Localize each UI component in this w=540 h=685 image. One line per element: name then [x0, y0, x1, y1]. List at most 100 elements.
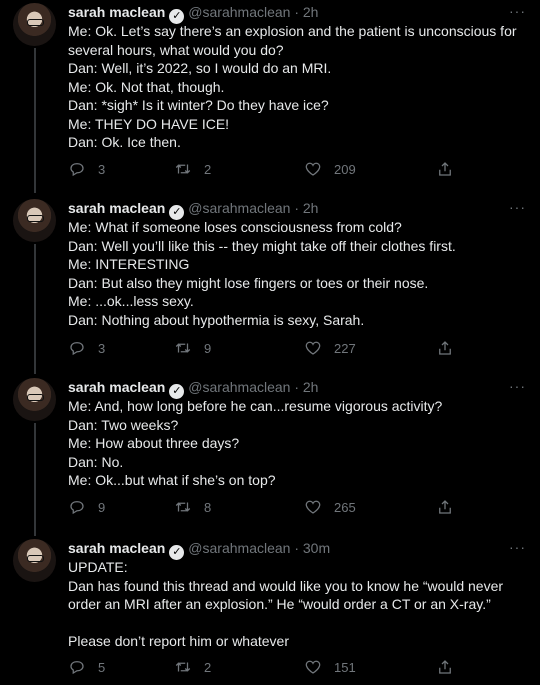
- reply-button[interactable]: 3: [68, 160, 105, 178]
- reply-count: 9: [98, 499, 106, 515]
- retweet-button[interactable]: 2: [174, 160, 211, 178]
- tweet-line: Dan: Ok. Ice then.: [68, 134, 181, 150]
- avatar[interactable]: [13, 539, 56, 582]
- share-icon: [439, 162, 451, 176]
- tweet-line: Me: ...ok...less sexy.: [68, 293, 194, 309]
- more-options-icon[interactable]: ···: [509, 3, 526, 19]
- retweet-count: 8: [204, 499, 212, 515]
- retweet-count: 2: [204, 161, 212, 177]
- share-button[interactable]: [436, 339, 454, 357]
- tweet-line: Me: Ok. Not that, though.: [68, 78, 225, 95]
- tweet-header: sarah maclean ✓ @sarahmaclean · 2h: [68, 378, 318, 399]
- like-count: 209: [334, 161, 356, 177]
- author-handle[interactable]: @sarahmaclean: [188, 200, 290, 216]
- tweet-text: Me: Ok. Let’s say there’s an explosion a…: [68, 22, 523, 152]
- reply-button[interactable]: 5: [68, 658, 105, 676]
- share-icon: [439, 341, 451, 355]
- tweet-line: Dan: But also they might lose fingers or…: [68, 274, 429, 291]
- avatar[interactable]: [13, 3, 56, 46]
- heart-icon: [305, 341, 321, 355]
- share-button[interactable]: [436, 658, 454, 676]
- author-name[interactable]: sarah maclean: [68, 4, 165, 20]
- tweet-header: sarah maclean ✓ @sarahmaclean · 30m: [68, 539, 330, 560]
- reply-count: 3: [98, 161, 106, 177]
- like-count: 151: [334, 659, 356, 675]
- more-options-icon[interactable]: ···: [509, 199, 526, 215]
- tweet-text: Me: And, how long before he can...resume…: [68, 397, 523, 490]
- retweet-icon: [175, 662, 191, 672]
- share-button[interactable]: [436, 498, 454, 516]
- like-count: 265: [334, 499, 356, 515]
- tweet-text: UPDATE: Dan has found this thread and wo…: [68, 558, 523, 651]
- tweet-actions: 9 8 265: [68, 498, 468, 518]
- reply-icon: [70, 342, 84, 356]
- tweet-line: Me: What if someone loses consciousness …: [68, 219, 402, 235]
- share-button[interactable]: [436, 160, 454, 178]
- retweet-count: 2: [204, 659, 212, 675]
- tweet[interactable]: sarah maclean ✓ @sarahmaclean · 2h ··· Me:…: [0, 0, 540, 190]
- retweet-button[interactable]: 2: [174, 658, 211, 676]
- author-handle[interactable]: @sarahmaclean: [188, 4, 290, 20]
- tweet-line: Dan has found this thread and would like…: [68, 577, 504, 594]
- tweet-line: Dan: Well, it’s 2022, so I would do an M…: [68, 60, 332, 76]
- heart-icon: [305, 500, 321, 514]
- share-icon: [439, 500, 451, 514]
- author-handle[interactable]: @sarahmaclean: [188, 540, 290, 556]
- retweet-icon: [175, 164, 191, 174]
- tweet-actions: 3 9 227: [68, 339, 468, 359]
- tweet-line: Dan: *sigh* Is it winter? Do they have i…: [68, 97, 329, 113]
- tweet[interactable]: sarah maclean ✓ @sarahmaclean · 30m ··· UP…: [0, 536, 540, 685]
- tweet-time[interactable]: · 2h: [294, 379, 318, 395]
- tweet-line: UPDATE:: [68, 559, 128, 575]
- tweet-line: Me: Ok. Let’s say there’s an explosion a…: [68, 23, 517, 39]
- tweet-time[interactable]: · 30m: [294, 540, 330, 556]
- tweet-line: order an MRI after an explosion.” He “wo…: [68, 596, 491, 612]
- tweet-actions: 5 2 151: [68, 658, 468, 678]
- share-icon: [439, 660, 451, 674]
- tweet[interactable]: sarah maclean ✓ @sarahmaclean · 2h ··· Me:…: [0, 196, 540, 371]
- heart-icon: [305, 660, 321, 674]
- retweet-button[interactable]: 9: [174, 339, 211, 357]
- tweet-line: Please don’t report him or whatever: [68, 633, 289, 649]
- reply-button[interactable]: 9: [68, 498, 105, 516]
- author-handle[interactable]: @sarahmaclean: [188, 379, 290, 395]
- more-options-icon[interactable]: ···: [509, 378, 526, 394]
- tweet-text: Me: What if someone loses consciousness …: [68, 218, 523, 329]
- like-button[interactable]: 151: [304, 658, 356, 676]
- reply-button[interactable]: 3: [68, 339, 105, 357]
- heart-icon: [305, 162, 321, 176]
- avatar[interactable]: [13, 199, 56, 242]
- tweet-header: sarah maclean ✓ @sarahmaclean · 2h: [68, 199, 318, 220]
- tweet[interactable]: sarah maclean ✓ @sarahmaclean · 2h ··· Me:…: [0, 375, 540, 530]
- like-button[interactable]: 209: [304, 160, 356, 178]
- tweet-time[interactable]: · 2h: [294, 4, 318, 20]
- tweet-line: Me: THEY DO HAVE ICE!: [68, 115, 230, 132]
- tweet-time[interactable]: · 2h: [294, 200, 318, 216]
- author-name[interactable]: sarah maclean: [68, 200, 165, 216]
- tweet-line: Dan: Well you’ll like this -- they might…: [68, 237, 456, 254]
- tweet-line: Me: Ok...but what if she’s on top?: [68, 472, 276, 488]
- author-name[interactable]: sarah maclean: [68, 540, 165, 556]
- author-name[interactable]: sarah maclean: [68, 379, 165, 395]
- reply-count: 3: [98, 340, 106, 356]
- tweet-line: Dan: No.: [68, 453, 124, 470]
- tweet-actions: 3 2 209: [68, 160, 468, 180]
- retweet-icon: [175, 502, 191, 512]
- reply-icon: [70, 163, 84, 177]
- reply-icon: [70, 661, 84, 675]
- tweet-line: Dan: Two weeks?: [68, 416, 179, 433]
- like-button[interactable]: 265: [304, 498, 356, 516]
- tweet-line: Dan: Nothing about hypothermia is sexy, …: [68, 311, 365, 328]
- tweet-line: Me: And, how long before he can...resume…: [68, 398, 443, 414]
- like-button[interactable]: 227: [304, 339, 356, 357]
- more-options-icon[interactable]: ···: [509, 539, 526, 555]
- like-count: 227: [334, 340, 356, 356]
- tweet-line: Me: INTERESTING: [68, 256, 190, 272]
- tweet-line: several hours, what would you do?: [68, 41, 284, 58]
- avatar[interactable]: [13, 378, 56, 421]
- reply-count: 5: [98, 659, 106, 675]
- retweet-icon: [175, 343, 191, 353]
- retweet-button[interactable]: 8: [174, 498, 211, 516]
- retweet-count: 9: [204, 340, 212, 356]
- tweet-line: [68, 614, 523, 633]
